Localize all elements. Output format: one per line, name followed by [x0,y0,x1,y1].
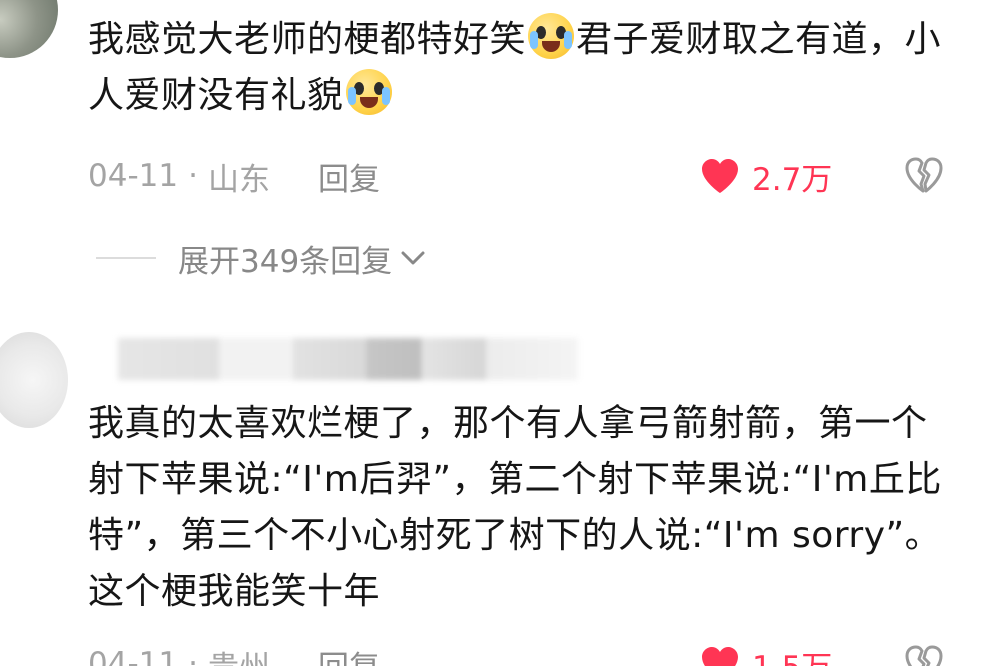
broken-heart-icon[interactable] [904,156,944,194]
comment-location: 山东 [207,161,270,198]
comment-meta: 04-11 · 贵州 回复 [88,644,380,666]
heart-icon [702,159,738,193]
comments-page: 我感觉大老师的梗都特好笑 君子爱财取之有道，小人爱财没有礼貌 04-11 · 山东… [0,0,999,666]
broken-heart-icon[interactable] [904,644,944,666]
meta-separator: · [188,158,198,194]
cry-laugh-emoji [528,13,575,59]
comment-text: 我感觉大老师的梗都特好笑 君子爱财取之有道，小人爱财没有礼貌 [88,12,958,124]
comment-location: 贵州 [208,642,270,666]
comment-meta: 04-11 · 山东 回复 [88,154,380,199]
expand-replies-label: 展开349条回复 [178,243,393,280]
avatar[interactable] [0,332,68,428]
chevron-down-icon [401,251,425,265]
expand-replies-button[interactable]: 展开349条回复 [96,238,426,280]
comment-text-part: 我感觉大老师的梗都特好笑 [88,19,527,60]
like-count: 1.5万 [752,642,832,666]
redacted-username [118,338,578,380]
reply-button[interactable]: 回复 [318,154,380,199]
comment-date: 04-11 [88,158,179,194]
like-button[interactable]: 2.7万 [700,156,833,198]
comment-text: 我真的太喜欢烂梗了，那个有人拿弓箭射箭，第一个射下苹果说:“I'm后羿”，第二个… [88,403,942,612]
heart-icon [702,647,738,666]
cry-laugh-emoji [345,69,392,115]
reply-button[interactable]: 回复 [318,642,380,666]
like-count: 2.7万 [752,161,833,198]
divider [96,257,156,259]
comment-date: 04-11 [88,646,179,666]
meta-separator: · [188,646,198,666]
like-button[interactable]: 1.5万 [700,644,832,666]
avatar[interactable] [0,0,58,58]
